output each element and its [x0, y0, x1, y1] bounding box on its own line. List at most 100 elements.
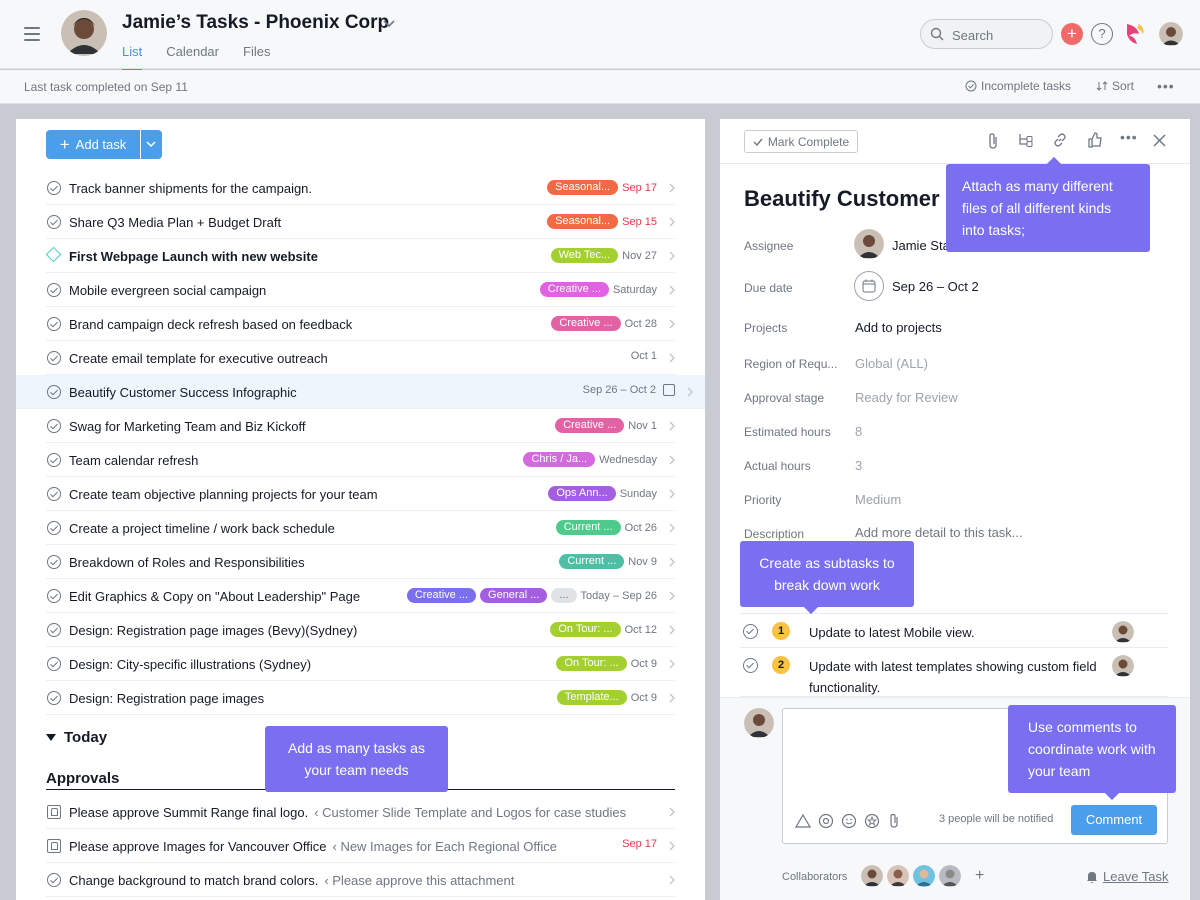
close-icon[interactable] — [1153, 134, 1166, 147]
due-date[interactable]: Sep 17 — [622, 838, 657, 850]
chevron-right-icon[interactable] — [669, 693, 675, 703]
task-row[interactable]: Edit Graphics & Copy on "About Leadershi… — [46, 579, 675, 613]
task-tag[interactable]: Seasonal... — [547, 214, 619, 229]
task-row[interactable]: Design: City-specific illustrations (Syd… — [46, 647, 675, 681]
task-row[interactable]: Swag for Marketing Team and Biz Kickoff C… — [46, 409, 675, 443]
chevron-right-icon[interactable] — [669, 455, 675, 465]
task-row[interactable]: First Webpage Launch with new website Web… — [45, 239, 675, 273]
actual-hours-value[interactable]: 3 — [855, 458, 862, 473]
task-name[interactable]: Please approve Summit Range final logo. ‹… — [69, 805, 626, 820]
task-tag[interactable]: Current ... — [559, 554, 625, 569]
task-check-icon[interactable] — [47, 351, 61, 365]
chevron-right-icon[interactable] — [669, 807, 675, 817]
task-name[interactable]: Team calendar refresh — [69, 453, 198, 468]
task-tag[interactable]: Creative ... — [539, 282, 609, 297]
due-date[interactable]: Nov 9 — [628, 556, 657, 568]
sort-button[interactable]: Sort — [1096, 79, 1134, 93]
brand-logo-icon[interactable] — [1123, 20, 1147, 48]
chevron-down-icon[interactable] — [382, 17, 396, 31]
mark-complete-button[interactable]: Mark Complete — [744, 130, 858, 153]
chevron-right-icon[interactable] — [669, 625, 675, 635]
due-date[interactable]: Oct 28 — [625, 318, 657, 330]
task-name[interactable]: Beautify Customer Success Infographic — [69, 385, 297, 400]
task-tag[interactable]: Seasonal... — [547, 180, 619, 195]
task-tag[interactable]: Current ... — [555, 520, 621, 535]
task-name[interactable]: Track banner shipments for the campaign. — [69, 181, 312, 196]
task-row[interactable]: Create team objective planning projects … — [46, 477, 675, 511]
subtask-name[interactable]: Update to latest Mobile view. — [809, 622, 1099, 643]
approval-name[interactable]: Please approve Summit Range final logo. — [69, 805, 308, 820]
subtask-icon[interactable] — [1018, 132, 1034, 148]
more-options-icon[interactable]: ••• — [1120, 129, 1138, 145]
quick-add-button[interactable]: + — [1061, 23, 1083, 45]
approval-row[interactable]: Please approve Images for Vancouver Offi… — [46, 829, 675, 863]
paperclip-icon[interactable] — [887, 813, 901, 829]
task-name[interactable]: Please approve Images for Vancouver Offi… — [69, 839, 557, 854]
thumbs-up-icon[interactable] — [1087, 132, 1103, 148]
add-to-projects-link[interactable]: Add to projects — [855, 320, 942, 335]
task-check-icon[interactable] — [47, 385, 61, 399]
due-date[interactable]: Nov 27 — [622, 250, 657, 262]
chevron-right-icon[interactable] — [669, 251, 675, 261]
tab-calendar[interactable]: Calendar — [166, 44, 219, 71]
task-tag[interactable]: ... — [551, 588, 577, 603]
chevron-right-icon[interactable] — [669, 841, 675, 851]
milestone-icon[interactable] — [45, 246, 62, 263]
due-date[interactable]: Sep 15 — [622, 216, 657, 228]
approval-name[interactable]: Please approve Images for Vancouver Offi… — [69, 839, 327, 854]
parent-task-link[interactable]: ‹ Please approve this attachment — [324, 873, 514, 888]
leave-task-button[interactable]: Leave Task — [1085, 869, 1169, 884]
task-tag[interactable]: Web Tec... — [550, 248, 619, 263]
task-check-icon[interactable] — [47, 873, 61, 887]
task-tag[interactable]: Creative ... — [555, 418, 625, 433]
comment-button[interactable]: Comment — [1071, 805, 1157, 835]
task-name[interactable]: Share Q3 Media Plan + Budget Draft — [69, 215, 281, 230]
task-check-icon[interactable] — [47, 487, 61, 501]
more-options-icon[interactable]: ••• — [1157, 78, 1175, 94]
due-date[interactable]: Nov 1 — [628, 420, 657, 432]
collaborator-avatar[interactable] — [913, 865, 935, 887]
task-check-icon[interactable] — [47, 657, 61, 671]
task-row[interactable]: Share Q3 Media Plan + Budget Draft Season… — [46, 205, 675, 239]
due-date[interactable]: Oct 12 — [625, 624, 657, 636]
collaborator-avatar[interactable] — [861, 865, 883, 887]
emoji-icon[interactable] — [841, 813, 857, 829]
warning-icon[interactable] — [795, 813, 811, 829]
task-check-icon[interactable] — [47, 623, 61, 637]
chevron-right-icon[interactable] — [669, 557, 675, 567]
due-date[interactable]: Wednesday — [599, 454, 657, 466]
chevron-right-icon[interactable] — [669, 659, 675, 669]
link-icon[interactable] — [1052, 132, 1068, 148]
task-check-icon[interactable] — [47, 691, 61, 705]
star-icon[interactable] — [864, 813, 880, 829]
estimated-hours-value[interactable]: 8 — [855, 424, 862, 439]
task-check-icon[interactable] — [47, 555, 61, 569]
task-name[interactable]: Breakdown of Roles and Responsibilities — [69, 555, 305, 570]
task-title[interactable]: Beautify Customer S — [744, 186, 960, 212]
add-task-button[interactable]: + Add task — [46, 130, 140, 159]
due-date[interactable]: Oct 9 — [631, 692, 657, 704]
due-date[interactable]: Sep 17 — [622, 182, 657, 194]
paperclip-icon[interactable] — [986, 132, 1000, 150]
due-date-value[interactable]: Sep 26 – Oct 2 — [892, 279, 979, 294]
task-check-icon[interactable] — [47, 181, 61, 195]
assignee-avatar[interactable] — [854, 229, 884, 259]
due-date-picker[interactable] — [854, 271, 884, 301]
chevron-right-icon[interactable] — [669, 489, 675, 499]
task-row[interactable]: Breakdown of Roles and Responsibilities C… — [46, 545, 675, 579]
task-tag[interactable]: Chris / Ja... — [523, 452, 596, 467]
task-check-icon[interactable] — [47, 215, 61, 229]
due-date[interactable]: Saturday — [613, 284, 657, 296]
task-name[interactable]: Design: City-specific illustrations (Syd… — [69, 657, 311, 672]
task-row[interactable]: Create a project timeline / work back sc… — [46, 511, 675, 545]
collaborator-avatar[interactable] — [887, 865, 909, 887]
add-task-dropdown[interactable] — [141, 130, 162, 159]
collaborator-avatar[interactable] — [939, 865, 961, 887]
tab-files[interactable]: Files — [243, 44, 270, 71]
task-name[interactable]: Brand campaign deck refresh based on fee… — [69, 317, 352, 332]
approval-icon[interactable] — [47, 839, 61, 853]
chevron-right-icon[interactable] — [669, 217, 675, 227]
task-name[interactable]: Change background to match brand colors.… — [69, 873, 514, 888]
task-name[interactable]: Create team objective planning projects … — [69, 487, 378, 502]
at-mention-icon[interactable] — [818, 813, 834, 829]
